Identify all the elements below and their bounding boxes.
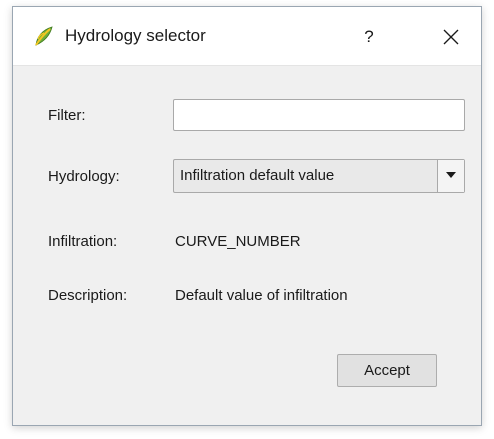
title-bar: Hydrology selector ? xyxy=(13,7,481,66)
chevron-down-icon xyxy=(446,172,456,178)
qgis-leaf-icon xyxy=(33,25,55,47)
dropdown-arrow-button[interactable] xyxy=(437,160,464,192)
hydrology-selector-dialog: Hydrology selector ? Filter: Hydrology: … xyxy=(12,6,482,426)
window-title: Hydrology selector xyxy=(65,26,206,45)
close-icon xyxy=(443,29,459,45)
close-button[interactable] xyxy=(433,23,469,51)
hydrology-dropdown[interactable]: Infiltration default value xyxy=(173,159,465,193)
infiltration-value: CURVE_NUMBER xyxy=(175,233,301,250)
help-button[interactable]: ? xyxy=(351,23,387,51)
description-value: Default value of infiltration xyxy=(175,287,348,304)
infiltration-label: Infiltration: xyxy=(48,233,118,250)
hydrology-label: Hydrology: xyxy=(48,168,120,185)
filter-label: Filter: xyxy=(48,107,86,124)
accept-button[interactable]: Accept xyxy=(337,354,437,387)
hydrology-selected-value: Infiltration default value xyxy=(180,167,335,184)
description-label: Description: xyxy=(48,287,128,304)
filter-input[interactable] xyxy=(173,99,465,131)
